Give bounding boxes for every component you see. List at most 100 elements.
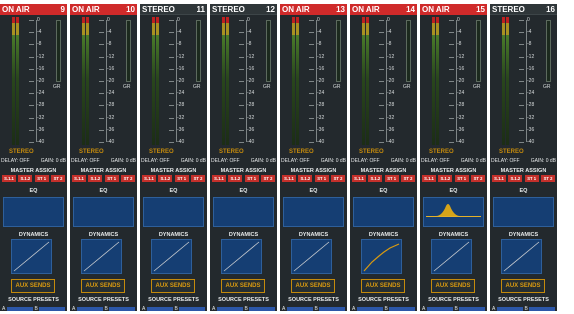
assign-button[interactable]: S.1.2	[508, 175, 523, 182]
assign-button[interactable]: S.1.1	[422, 175, 436, 182]
assign-button[interactable]: ST 2	[260, 175, 275, 182]
dynamics-display[interactable]	[291, 239, 332, 274]
assign-button[interactable]: S.1.2	[298, 175, 313, 182]
aux-sends-button[interactable]: AUX SENDS	[221, 279, 265, 293]
preset-a-field[interactable]	[146, 306, 174, 311]
master-assign-label: MASTER ASSIGN	[290, 168, 337, 174]
assign-button[interactable]: S.1.1	[142, 175, 156, 182]
master-assign-label: MASTER ASSIGN	[430, 168, 477, 174]
channel-header[interactable]: ON AIR 14	[350, 4, 417, 15]
assign-button[interactable]: ST 1	[524, 175, 539, 182]
eq-display[interactable]	[493, 197, 554, 227]
preset-a-field[interactable]	[496, 306, 524, 311]
scale-tick	[239, 129, 244, 131]
master-assign-label: MASTER ASSIGN	[10, 168, 57, 174]
scale-label: -4	[387, 29, 392, 36]
scale-tick	[449, 117, 454, 119]
eq-display[interactable]	[3, 197, 64, 227]
aux-sends-button[interactable]: AUX SENDS	[431, 279, 475, 293]
channel-header[interactable]: STEREO 16	[490, 4, 557, 15]
scale-tick	[99, 56, 104, 58]
preset-b-field[interactable]	[319, 306, 346, 311]
assign-button[interactable]: ST 1	[314, 175, 329, 182]
preset-a-field[interactable]	[286, 306, 314, 311]
preset-a-field[interactable]	[216, 306, 244, 311]
assign-button[interactable]: ST 2	[400, 175, 415, 182]
preset-a-field[interactable]	[356, 306, 384, 311]
assign-button[interactable]: ST 1	[384, 175, 399, 182]
assign-button[interactable]: S.1.2	[228, 175, 243, 182]
assign-button[interactable]: ST 2	[470, 175, 485, 182]
master-assign-buttons: S.1.1 S.1.2 ST 1 ST 2	[142, 175, 205, 182]
eq-display[interactable]	[283, 197, 344, 227]
assign-button[interactable]: ST 2	[120, 175, 135, 182]
preset-b-field[interactable]	[179, 306, 206, 311]
eq-display[interactable]	[73, 197, 134, 227]
scale-label: -12	[107, 53, 115, 60]
assign-button[interactable]: S.1.2	[158, 175, 173, 182]
scale-tick	[239, 93, 244, 95]
channel-header[interactable]: ON AIR 9	[0, 4, 67, 15]
assign-button[interactable]: ST 1	[244, 175, 259, 182]
preset-b-field[interactable]	[109, 306, 136, 311]
aux-sends-button[interactable]: AUX SENDS	[151, 279, 195, 293]
channel-header[interactable]: STEREO 11	[140, 4, 207, 15]
dynamics-display[interactable]	[221, 239, 262, 274]
eq-display[interactable]	[213, 197, 274, 227]
delay-label: DELAY: OFF	[211, 158, 240, 164]
assign-button[interactable]: ST 1	[104, 175, 119, 182]
channel-header[interactable]: ON AIR 13	[280, 4, 347, 15]
channel-header[interactable]: ON AIR 15	[420, 4, 487, 15]
eq-display[interactable]	[143, 197, 204, 227]
level-meter	[362, 17, 365, 145]
dynamics-display[interactable]	[81, 239, 122, 274]
preset-b-field[interactable]	[529, 306, 556, 311]
preset-b-field[interactable]	[249, 306, 276, 311]
dynamics-display[interactable]	[361, 239, 402, 274]
aux-sends-button[interactable]: AUX SENDS	[361, 279, 405, 293]
dynamics-display[interactable]	[151, 239, 192, 274]
channel-header[interactable]: ON AIR 10	[70, 4, 137, 15]
preset-b-field[interactable]	[389, 306, 416, 311]
scale-label: -16	[317, 65, 325, 72]
scale-tick	[449, 20, 454, 21]
scale-tick	[169, 142, 174, 143]
preset-a-field[interactable]	[76, 306, 104, 311]
dynamics-display[interactable]	[431, 239, 472, 274]
meter-segment	[366, 35, 369, 145]
scale-tick	[519, 44, 524, 46]
assign-button[interactable]: ST 2	[190, 175, 205, 182]
assign-button[interactable]: ST 2	[330, 175, 345, 182]
dynamics-display[interactable]	[501, 239, 542, 274]
eq-display[interactable]	[353, 197, 414, 227]
assign-button[interactable]: S.1.2	[438, 175, 453, 182]
scale-tick	[309, 117, 314, 119]
assign-button[interactable]: S.1.2	[18, 175, 33, 182]
preset-b-field[interactable]	[39, 306, 66, 311]
aux-sends-button[interactable]: AUX SENDS	[291, 279, 335, 293]
assign-button[interactable]: ST 2	[50, 175, 65, 182]
assign-button[interactable]: S.1.1	[492, 175, 506, 182]
assign-button[interactable]: ST 1	[34, 175, 49, 182]
assign-button[interactable]: S.1.2	[368, 175, 383, 182]
dynamics-display[interactable]	[11, 239, 52, 274]
assign-button[interactable]: S.1.1	[282, 175, 296, 182]
assign-button[interactable]: ST 1	[174, 175, 189, 182]
assign-button[interactable]: S.1.2	[88, 175, 103, 182]
aux-sends-button[interactable]: AUX SENDS	[11, 279, 55, 293]
scale-tick	[519, 68, 524, 70]
assign-button[interactable]: S.1.1	[352, 175, 366, 182]
assign-button[interactable]: S.1.1	[2, 175, 16, 182]
preset-a-field[interactable]	[426, 306, 454, 311]
preset-a-field[interactable]	[6, 306, 34, 311]
channel-header[interactable]: STEREO 12	[210, 4, 277, 15]
assign-button[interactable]: S.1.1	[72, 175, 86, 182]
eq-display[interactable]	[423, 197, 484, 227]
aux-sends-button[interactable]: AUX SENDS	[501, 279, 545, 293]
preset-b-field[interactable]	[459, 306, 486, 311]
aux-sends-button[interactable]: AUX SENDS	[81, 279, 125, 293]
scale-label: -40	[107, 139, 115, 145]
assign-button[interactable]: ST 1	[454, 175, 469, 182]
assign-button[interactable]: S.1.1	[212, 175, 226, 182]
assign-button[interactable]: ST 2	[540, 175, 555, 182]
